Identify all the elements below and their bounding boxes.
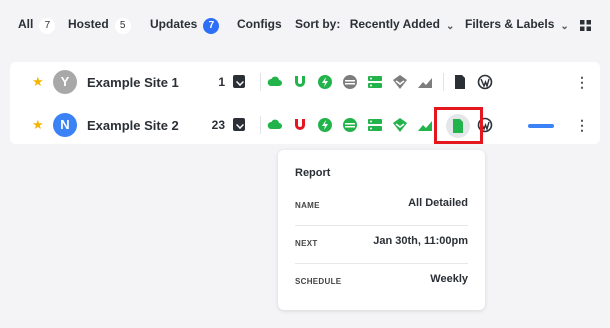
sort-by-dropdown[interactable]: Sort by: Recently Added ⌄: [295, 16, 454, 34]
divider: [295, 263, 468, 264]
backup-icon[interactable]: [233, 75, 245, 88]
chevron-down-icon: ⌄: [560, 21, 569, 32]
progress-bar: [528, 124, 554, 128]
chevron-down-icon: ⌄: [445, 21, 455, 32]
tab-configs-label: Configs: [237, 17, 282, 31]
star-icon[interactable]: ★: [32, 75, 44, 89]
more-options-icon[interactable]: ⋮: [575, 74, 589, 90]
wordpress-icon[interactable]: [477, 74, 493, 90]
uptime-icon[interactable]: [292, 74, 308, 90]
cdn-icon[interactable]: [392, 117, 408, 133]
uptime-icon[interactable]: [292, 117, 308, 133]
tab-all-count: 7: [39, 18, 56, 34]
row-key: SCHEDULE: [295, 277, 342, 286]
site-list: ★ Y Example Site 1 1 ⋮ ★ N Example Site …: [10, 62, 600, 144]
popover-row-schedule: SCHEDULE Weekly: [295, 269, 468, 299]
analytics-icon[interactable]: [417, 117, 433, 133]
divider: [443, 73, 444, 91]
backup-count: 23: [211, 118, 225, 132]
performance-icon[interactable]: [317, 74, 333, 90]
tab-updates-label: Updates: [150, 17, 198, 31]
cdn-icon[interactable]: [392, 74, 408, 90]
filters-labels-dropdown[interactable]: Filters & Labels ⌄: [465, 16, 569, 34]
tab-hosted-label: Hosted: [68, 17, 109, 31]
site-name[interactable]: Example Site 2: [87, 118, 179, 133]
site-name[interactable]: Example Site 1: [87, 75, 179, 90]
popover-row-next: NEXT Jan 30th, 11:00pm: [295, 231, 468, 261]
top-navigation: All 7 Hosted 5 Updates 7 Configs Sort by: R…: [0, 0, 610, 48]
row-key: NAME: [295, 201, 320, 210]
tab-hosted[interactable]: Hosted 5: [68, 16, 131, 34]
tab-all-label: All: [18, 17, 34, 31]
star-icon[interactable]: ★: [32, 118, 44, 132]
tab-updates[interactable]: Updates 7: [150, 16, 220, 34]
tab-configs[interactable]: Configs: [237, 16, 282, 32]
cloud-icon[interactable]: [267, 74, 283, 90]
security-icon[interactable]: [342, 74, 358, 90]
divider: [260, 73, 261, 91]
security-icon[interactable]: [342, 117, 358, 133]
sort-by-label: Sort by:: [295, 17, 341, 31]
server-icon[interactable]: [367, 74, 383, 90]
tab-hosted-count: 5: [114, 18, 131, 34]
report-popover: Report NAME All Detailed NEXT Jan 30th, …: [278, 150, 485, 310]
analytics-icon[interactable]: [417, 74, 433, 90]
more-options-icon[interactable]: ⋮: [575, 117, 589, 133]
avatar: N: [53, 113, 77, 137]
row-value: Jan 30th, 11:00pm: [373, 235, 468, 247]
cloud-icon[interactable]: [267, 117, 283, 133]
divider: [260, 116, 261, 134]
divider: [295, 225, 468, 226]
row-value: Weekly: [430, 273, 468, 285]
tab-updates-count: 7: [203, 18, 220, 34]
filters-label: Filters & Labels: [465, 17, 555, 31]
popover-title: Report: [295, 167, 331, 179]
selection-highlight: [434, 107, 483, 144]
tab-all[interactable]: All 7: [18, 16, 56, 34]
row-value: All Detailed: [408, 197, 468, 209]
report-icon[interactable]: [452, 74, 468, 90]
backup-count: 1: [218, 75, 225, 89]
backup-icon[interactable]: [233, 118, 245, 131]
site-row[interactable]: ★ Y Example Site 1 1 ⋮: [10, 62, 600, 103]
row-key: NEXT: [295, 239, 318, 248]
site-row[interactable]: ★ N Example Site 2 23 ⋮: [10, 105, 600, 146]
popover-row-name: NAME All Detailed: [295, 193, 468, 223]
performance-icon[interactable]: [317, 117, 333, 133]
server-icon[interactable]: [367, 117, 383, 133]
sort-by-value: Recently Added: [349, 17, 440, 31]
avatar: Y: [53, 70, 77, 94]
grid-view-icon[interactable]: [580, 18, 591, 31]
